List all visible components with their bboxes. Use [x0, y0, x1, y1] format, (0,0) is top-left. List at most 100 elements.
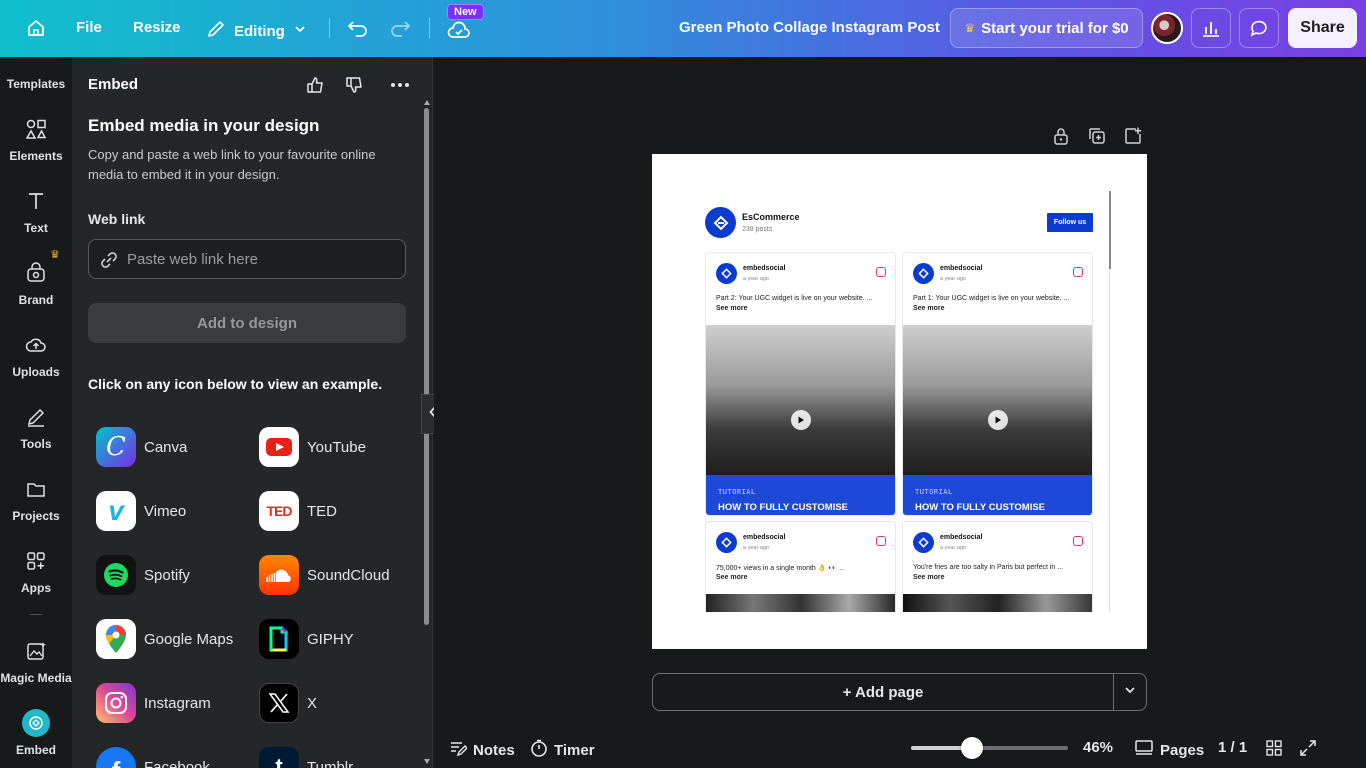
follow-button[interactable]: Follow us	[1047, 213, 1093, 232]
insights-icon[interactable]	[1191, 8, 1231, 48]
post-tag: TUTORIAL	[718, 488, 756, 496]
embed-option-ted[interactable]: TED TED	[259, 491, 337, 531]
comment-icon[interactable]	[1239, 8, 1279, 48]
grid-view-icon[interactable]	[1265, 739, 1283, 757]
add-to-design-button[interactable]: Add to design	[88, 303, 406, 343]
add-page-dropdown[interactable]	[1113, 673, 1147, 711]
chevron-down-icon	[1124, 683, 1136, 701]
embed-option-tumblr[interactable]: t Tumblr	[259, 747, 353, 768]
embed-option-youtube[interactable]: YouTube	[259, 427, 366, 467]
post-text: 75,000+ views in a single month 👌 👀 ...	[716, 565, 845, 572]
rail-item-templates[interactable]: Templates	[0, 77, 72, 91]
fullscreen-icon[interactable]	[1299, 739, 1317, 757]
embedsocial-logo-icon	[716, 532, 737, 553]
thumbs-down-icon[interactable]	[343, 73, 367, 97]
lock-icon[interactable]	[1051, 126, 1071, 146]
embed-option-google-maps[interactable]: Google Maps	[96, 619, 233, 659]
crown-icon: ♛	[50, 249, 60, 261]
avatar[interactable]	[1151, 12, 1183, 44]
embed-label: SoundCloud	[307, 566, 390, 584]
duplicate-page-icon[interactable]	[1087, 126, 1107, 146]
web-link-label: Web link	[88, 211, 146, 227]
rail-item-elements[interactable]: Elements	[0, 113, 72, 163]
brand-icon	[20, 257, 52, 289]
top-bar: File Resize Editing New Green Photo Coll…	[0, 0, 1366, 57]
embed-option-facebook[interactable]: f Facebook	[96, 747, 210, 768]
rail-item-projects[interactable]: Projects	[0, 473, 72, 523]
post-card[interactable]: embedsocial a year ago Part 1: Your UGC …	[902, 252, 1093, 516]
add-page-icon[interactable]	[1123, 126, 1143, 146]
document-title[interactable]: Green Photo Collage Instagram Post	[679, 19, 940, 36]
rail-item-apps[interactable]: Apps	[0, 545, 72, 595]
embed-panel: Embed Embed media in your design Copy an…	[72, 57, 433, 768]
pages-button[interactable]: Pages	[1134, 739, 1204, 761]
post-card[interactable]: embedsocial a year ago 75,000+ views in …	[705, 521, 896, 621]
spotify-icon	[96, 555, 136, 595]
x-icon	[259, 683, 299, 723]
rail-item-uploads[interactable]: Uploads	[0, 329, 72, 379]
rail-item-brand[interactable]: Brand	[0, 257, 72, 307]
panel-heading: Embed media in your design	[88, 116, 320, 135]
rail-label: Text	[24, 221, 48, 235]
facebook-icon: f	[96, 747, 136, 768]
embed-option-spotify[interactable]: Spotify	[96, 555, 190, 595]
zoom-percentage[interactable]: 46%	[1083, 739, 1113, 756]
embedsocial-logo-icon	[716, 263, 737, 284]
rail-item-magic-media[interactable]: Magic Media	[0, 635, 72, 685]
embed-option-instagram[interactable]: Instagram	[96, 683, 211, 723]
rail-label: Apps	[21, 581, 51, 595]
timer-button[interactable]: Timer	[530, 739, 595, 761]
web-link-input[interactable]: Paste web link here	[88, 239, 406, 279]
embed-option-canva[interactable]: C Canva	[96, 427, 187, 467]
pages-icon	[1134, 739, 1154, 761]
share-button[interactable]: Share	[1288, 8, 1357, 48]
see-more-link[interactable]: See more	[716, 305, 748, 312]
redo-icon[interactable]	[382, 10, 418, 46]
see-more-link[interactable]: See more	[913, 305, 945, 312]
embed-label: Vimeo	[144, 502, 187, 520]
widget-scrollbar	[1109, 191, 1111, 269]
panel-scroll-down[interactable]	[424, 759, 430, 764]
undo-icon[interactable]	[340, 10, 376, 46]
post-tag: TUTORIAL	[915, 488, 953, 496]
folder-icon	[20, 473, 52, 505]
rail-label: Templates	[6, 77, 66, 91]
panel-scroll-up[interactable]	[424, 100, 430, 105]
soundcloud-icon	[259, 555, 299, 595]
start-trial-button[interactable]: ♛ Start your trial for $0	[950, 8, 1143, 48]
notes-icon	[449, 739, 468, 761]
text-icon	[20, 185, 52, 217]
see-more-link[interactable]: See more	[716, 574, 748, 581]
rail-item-tools[interactable]: Tools	[0, 401, 72, 451]
post-card[interactable]: embedsocial a year ago Part 2: Your UGC …	[705, 252, 896, 516]
embed-option-soundcloud[interactable]: SoundCloud	[259, 555, 390, 595]
rail-item-text[interactable]: Text	[0, 185, 72, 235]
notes-button[interactable]: Notes	[449, 739, 515, 761]
upload-cloud-icon	[20, 329, 52, 361]
rail-label: Brand	[18, 293, 54, 307]
embed-option-giphy[interactable]: GIPHY	[259, 619, 354, 659]
see-more-link[interactable]: See more	[913, 574, 945, 581]
instagram-icon	[876, 536, 886, 546]
more-options-icon[interactable]	[388, 73, 412, 97]
play-icon[interactable]	[791, 410, 811, 430]
thumbs-up-icon[interactable]	[304, 73, 328, 97]
instagram-icon	[96, 683, 136, 723]
home-icon[interactable]	[18, 10, 54, 46]
editing-mode-button[interactable]: Editing	[206, 19, 307, 43]
post-card[interactable]: embedsocial a year ago You're fries are …	[902, 521, 1093, 621]
play-icon[interactable]	[988, 410, 1008, 430]
embed-app-icon	[20, 707, 52, 739]
panel-scrollbar[interactable]	[424, 108, 429, 625]
instagram-icon	[1073, 536, 1083, 546]
post-photo	[706, 325, 895, 475]
rail-item-embed[interactable]: Embed	[0, 707, 72, 757]
add-page-button[interactable]: + Add page	[652, 673, 1114, 711]
file-menu[interactable]: File	[76, 19, 102, 36]
resize-button[interactable]: Resize	[133, 19, 181, 36]
embed-option-x[interactable]: X	[259, 683, 317, 723]
posts-count: 238 posts	[742, 226, 773, 233]
design-page[interactable]: EsCommerce 238 posts Follow us embedsoci…	[652, 154, 1147, 649]
input-placeholder: Paste web link here	[127, 250, 258, 268]
embed-option-vimeo[interactable]: v Vimeo	[96, 491, 186, 531]
